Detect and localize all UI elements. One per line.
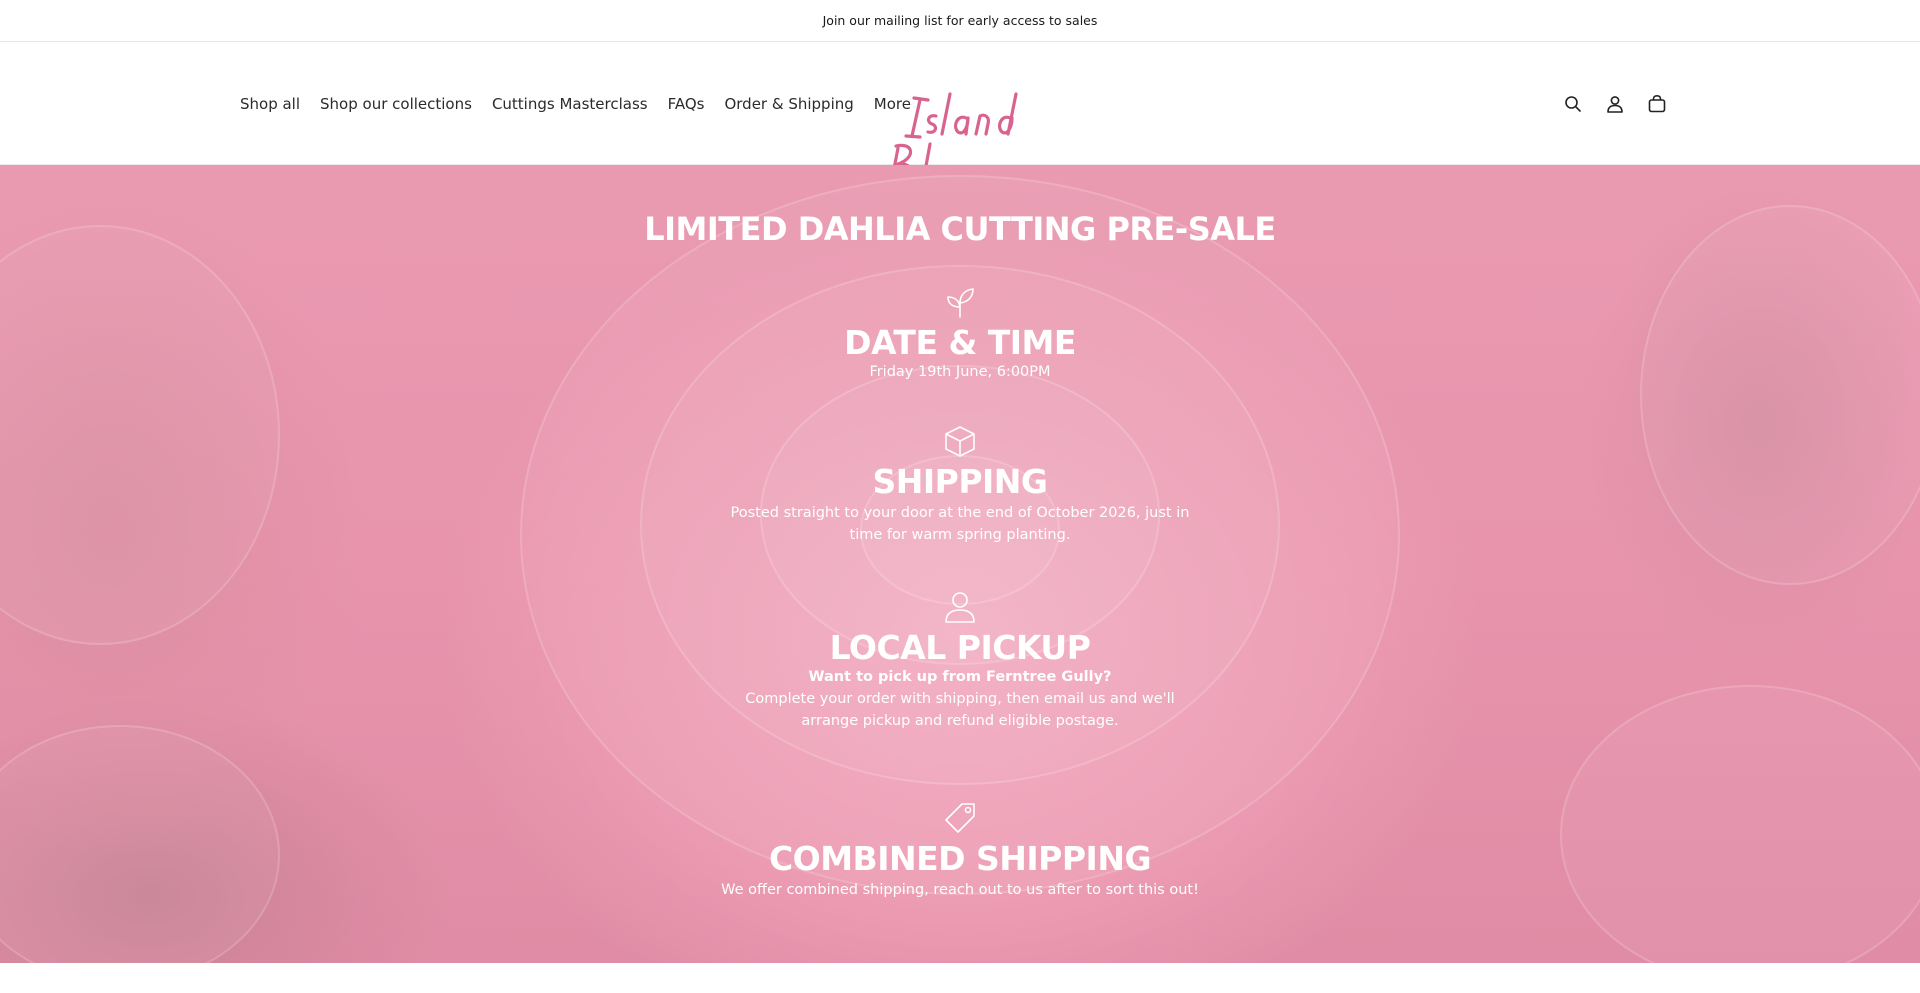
tag-icon: [945, 803, 975, 833]
nav-order-shipping[interactable]: Order & Shipping: [724, 95, 853, 113]
info-block-shipping: SHIPPING Posted straight to your door at…: [0, 424, 1920, 546]
date-time-text: Friday 19th June, 6:00PM: [869, 364, 1051, 380]
account-icon[interactable]: [1604, 93, 1626, 115]
header-icons: [1562, 42, 1668, 165]
person-icon: [945, 592, 975, 623]
hero-content: LIMITED DAHLIA CUTTING PRE-SALE DATE & T…: [0, 165, 1920, 963]
main-nav: Shop all Shop our collections Cuttings M…: [240, 42, 931, 165]
hero-title: LIMITED DAHLIA CUTTING PRE-SALE: [644, 210, 1276, 248]
hero-banner: LIMITED DAHLIA CUTTING PRE-SALE DATE & T…: [0, 165, 1920, 963]
site-header: Shop all Shop our collections Cuttings M…: [0, 42, 1920, 198]
sprout-icon: [947, 288, 974, 318]
search-icon[interactable]: [1562, 93, 1584, 115]
nav-shop-collections[interactable]: Shop our collections: [320, 95, 472, 113]
info-block-date-time: DATE & TIME Friday 19th June, 6:00PM: [0, 285, 1920, 383]
nav-cuttings-masterclass[interactable]: Cuttings Masterclass: [492, 95, 648, 113]
combined-shipping-heading: COMBINED SHIPPING: [768, 839, 1152, 878]
info-block-combined-shipping: COMBINED SHIPPING We offer combined ship…: [0, 801, 1920, 901]
shipping-heading: SHIPPING: [872, 462, 1048, 501]
nav-shop-all[interactable]: Shop all: [240, 95, 300, 113]
cart-icon[interactable]: [1646, 93, 1668, 115]
combined-shipping-text: We offer combined shipping, reach out to…: [721, 882, 1199, 898]
info-block-local-pickup: LOCAL PICKUP Want to pick up from Ferntr…: [0, 590, 1920, 732]
nav-faqs[interactable]: FAQs: [668, 95, 705, 113]
box-icon: [945, 426, 975, 457]
shipping-text: Posted straight to your door at the end …: [730, 505, 1190, 543]
page-bottom-strip: [0, 963, 1920, 993]
announcement-text[interactable]: Join our mailing list for early access t…: [823, 13, 1098, 28]
local-pickup-subheading: Want to pick up from Ferntree Gully?: [808, 669, 1112, 685]
local-pickup-heading: LOCAL PICKUP: [829, 628, 1091, 667]
announcement-bar: Join our mailing list for early access t…: [0, 0, 1920, 42]
local-pickup-text: Complete your order with shipping, then …: [745, 691, 1175, 729]
date-time-heading: DATE & TIME: [844, 323, 1076, 362]
